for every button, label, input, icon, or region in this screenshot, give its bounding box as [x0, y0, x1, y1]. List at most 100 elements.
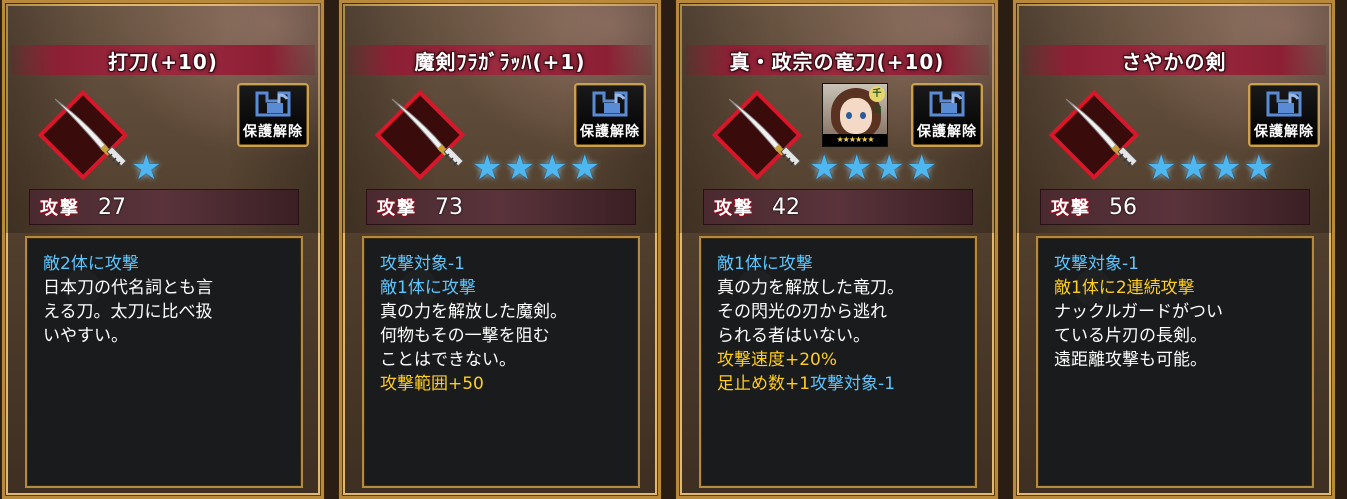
unlock-protection-label: 保護解除 [580, 124, 640, 140]
star-icon: ★ [906, 148, 937, 188]
description-line: 攻撃範囲+50 [380, 372, 626, 396]
unlock-icon [929, 91, 965, 117]
star-icon: ★ [841, 148, 872, 188]
star-icon: ★ [472, 148, 503, 188]
unlock-protection-label: 保護解除 [243, 124, 303, 140]
unlock-protection-label: 保護解除 [1254, 124, 1314, 140]
star-icon: ★ [504, 148, 535, 188]
weapon-name: 真・政宗の竜刀(+10) [729, 49, 945, 74]
title-banner: 打刀(+10) [11, 45, 315, 75]
character-rank: ★★★★★★ [823, 134, 887, 146]
description-text: られる者はいない。 [717, 326, 870, 346]
attack-stat-bar: 攻撃 56 [1040, 189, 1310, 225]
weapon-card-list: 打刀(+10) ★ 保護解除 攻撃 27 敵2体に攻撃 日本刀の代名詞とも言 え… [0, 0, 1347, 499]
attack-value: 56 [1109, 194, 1137, 220]
attack-label: 攻撃 [377, 198, 417, 219]
weapon-card[interactable]: 魔剣ﾌﾗｶﾞﾗｯﾊ(+1) ★ ★ ★ ★ 保護解除 攻撃 73 攻撃対象-1 … [339, 0, 661, 499]
attack-value: 42 [772, 194, 800, 220]
weapon-name: 魔剣ﾌﾗｶﾞﾗｯﾊ(+1) [414, 49, 586, 74]
katana-icon [33, 85, 133, 185]
attack-stat-bar: 攻撃 27 [29, 189, 299, 225]
star-icon: ★ [569, 148, 600, 188]
description-line: 遠距離攻撃も可能。 [1054, 348, 1300, 372]
attack-stat-bar: 攻撃 73 [366, 189, 636, 225]
katana-icon [1044, 85, 1144, 185]
rarity-stars: ★ ★ ★ ★ [809, 151, 937, 185]
description-text: える刀。太刀に比べ扱 [43, 302, 213, 322]
rarity-stars: ★ ★ ★ ★ [1146, 151, 1274, 185]
character-badge: 千山 [869, 86, 885, 115]
unlock-protection-button[interactable]: 保護解除 [1248, 83, 1320, 147]
title-banner: 魔剣ﾌﾗｶﾞﾗｯﾊ(+1) [348, 45, 652, 75]
description-line: その閃光の刃から逃れ [717, 300, 963, 324]
description-line: ている片刃の長剣。 [1054, 324, 1300, 348]
description-line: ことはできない。 [380, 348, 626, 372]
unlock-protection-button[interactable]: 保護解除 [574, 83, 646, 147]
description-text: 真の力を解放した魔剣。 [380, 302, 567, 322]
description-panel: 攻撃対象-1 敵1体に攻撃真の力を解放した魔剣。 何物もその一撃を阻む ことはできない… [362, 236, 640, 488]
description-line: 真の力を解放した魔剣。 [380, 300, 626, 324]
star-icon: ★ [131, 148, 162, 188]
description-text: その閃光の刃から逃れ [717, 302, 887, 322]
star-icon: ★ [873, 148, 905, 188]
description-panel: 敵1体に攻撃真の力を解放した竜刀。 その閃光の刃から逃れ られる者はいない。 攻撃速度… [699, 236, 977, 488]
description-line: いやすい。 [43, 324, 289, 348]
star-icon: ★ [809, 148, 840, 188]
description-line: 敵1体に攻撃 [717, 252, 963, 276]
description-text: 敵1体に2連続攻撃 [1054, 278, 1195, 298]
description-text: 敵1体に攻撃 [717, 254, 813, 274]
description-text: 遠距離攻撃も可能。 [1054, 350, 1207, 370]
description-text: 攻撃対象-1 [810, 374, 896, 394]
star-icon: ★ [1146, 148, 1177, 188]
title-banner: 真・政宗の竜刀(+10) [685, 45, 989, 75]
weapon-name: 打刀(+10) [108, 49, 218, 74]
description-line: 敵1体に2連続攻撃 [1054, 276, 1300, 300]
description-text: 攻撃速度+20% [717, 350, 838, 370]
description-line: られる者はいない。 [717, 324, 963, 348]
description-line: 攻撃速度+20% [717, 348, 963, 372]
rarity-stars: ★ [131, 151, 161, 185]
unlock-icon [255, 91, 291, 117]
description-text: 攻撃対象-1 [380, 254, 465, 274]
description-text: ている片刃の長剣。 [1054, 326, 1207, 346]
description-text: 敵1体に攻撃 [380, 278, 476, 298]
description-text: 真の力を解放した竜刀。 [717, 278, 904, 298]
description-line: 日本刀の代名詞とも言 [43, 276, 289, 300]
description-text: 日本刀の代名詞とも言 [43, 278, 213, 298]
title-banner: さやかの剣 [1022, 45, 1326, 75]
unlock-icon [1266, 91, 1302, 117]
description-text: 攻撃対象-1 [1054, 254, 1139, 274]
attack-value: 73 [435, 194, 463, 220]
katana-icon [707, 85, 807, 185]
description-text: 攻撃範囲+50 [380, 374, 484, 394]
description-line: 攻撃対象-1 [1054, 252, 1300, 276]
weapon-card[interactable]: 打刀(+10) ★ 保護解除 攻撃 27 敵2体に攻撃 日本刀の代名詞とも言 え… [2, 0, 324, 499]
description-line: 攻撃対象-1 [380, 252, 626, 276]
description-line: ナックルガードがつい [1054, 300, 1300, 324]
description-line: 敵1体に攻撃 [380, 276, 626, 300]
unlock-protection-button[interactable]: 保護解除 [237, 83, 309, 147]
description-line: 足止め数+1攻撃対象-1 [717, 372, 963, 396]
description-line: 真の力を解放した竜刀。 [717, 276, 963, 300]
star-icon: ★ [1243, 148, 1274, 188]
description-text: いやすい。 [43, 326, 128, 346]
weapon-name: さやかの剣 [1121, 49, 1227, 74]
katana-icon [370, 85, 470, 185]
description-line: える刀。太刀に比べ扱 [43, 300, 289, 324]
description-panel: 攻撃対象-1 敵1体に2連続攻撃 ナックルガードがつい ている片刃の長剣。 遠距離攻撃も… [1036, 236, 1314, 488]
star-icon: ★ [1210, 148, 1242, 188]
attack-value: 27 [98, 194, 126, 220]
description-text: 何物もその一撃を阻む [380, 326, 550, 346]
equipped-character-portrait[interactable]: 千山 ★★★★★★ [822, 83, 888, 147]
star-icon: ★ [536, 148, 568, 188]
unlock-protection-button[interactable]: 保護解除 [911, 83, 983, 147]
attack-stat-bar: 攻撃 42 [703, 189, 973, 225]
attack-label: 攻撃 [1051, 198, 1091, 219]
description-text: 敵2体に攻撃 [43, 254, 139, 274]
weapon-card[interactable]: さやかの剣 ★ ★ ★ ★ 保護解除 攻撃 56 攻撃対象-1 敵1体に2連続攻… [1013, 0, 1335, 499]
attack-label: 攻撃 [714, 198, 754, 219]
weapon-card[interactable]: 真・政宗の竜刀(+10) ★ ★ ★ ★ 千山 ★★★★★★ 保護解除 攻撃 4… [676, 0, 998, 499]
unlock-icon [592, 91, 628, 117]
description-line: 何物もその一撃を阻む [380, 324, 626, 348]
rarity-stars: ★ ★ ★ ★ [472, 151, 600, 185]
